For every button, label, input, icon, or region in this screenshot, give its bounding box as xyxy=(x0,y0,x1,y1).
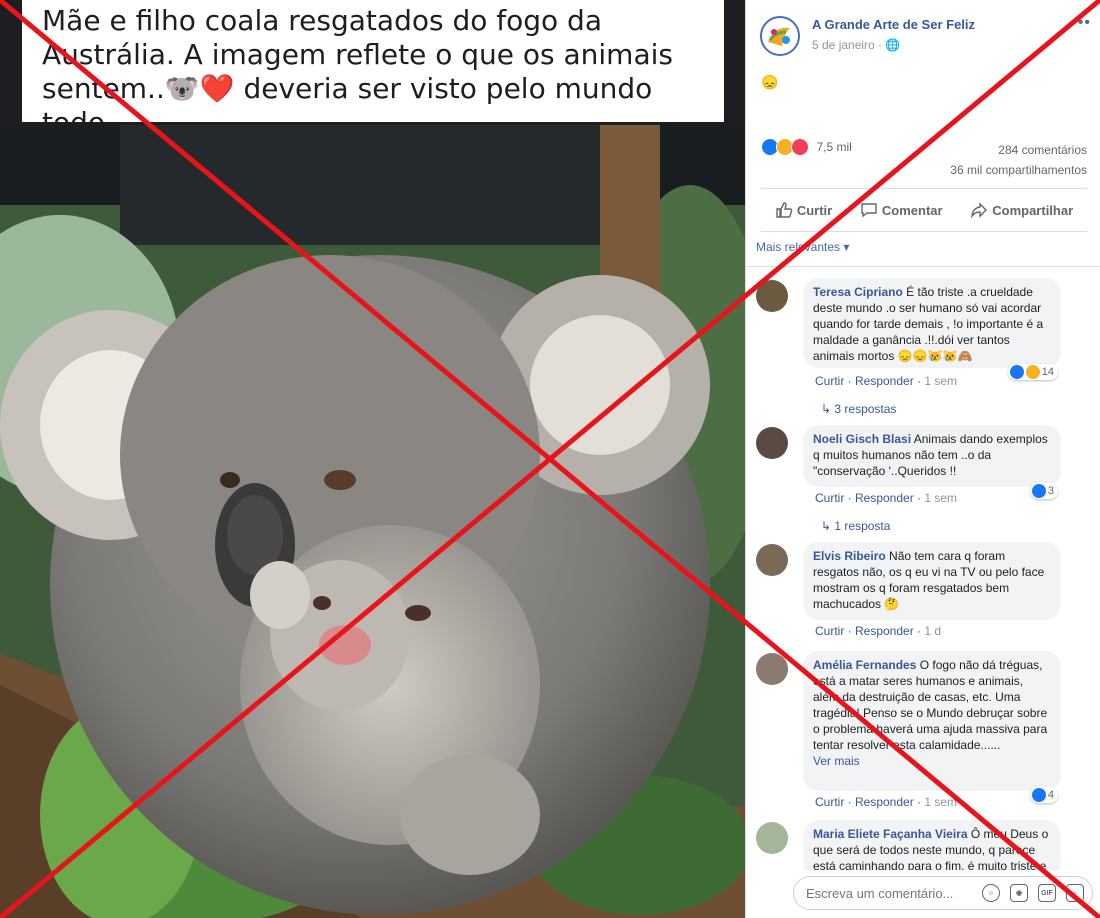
comment-reactions-badge[interactable]: 3 xyxy=(1029,483,1058,499)
comment-item: Teresa Cipriano É tão triste .a crueldad… xyxy=(756,278,1076,418)
comments-count-link[interactable]: 284 comentários xyxy=(950,140,1087,160)
sad-reaction-icon xyxy=(1025,365,1040,379)
comment-actions[interactable]: Curtir · Responder · xyxy=(815,374,924,388)
post-sidebar: A Grande Arte de Ser Feliz 5 de janeiro … xyxy=(745,0,1100,918)
comment-reaction-count: 4 xyxy=(1047,789,1054,801)
post-media-area: Mãe e filho coala resgatados do fogo da … xyxy=(0,0,745,918)
comment-actions[interactable]: Curtir · Responder · xyxy=(815,491,924,505)
like-label: Curtir xyxy=(796,202,833,218)
composer-tools: ☺ ◉ GIF ▫ xyxy=(982,884,1084,902)
emoji-icon[interactable]: ☺ xyxy=(982,884,1000,902)
shares-count-link[interactable]: 36 mil compartilhamentos xyxy=(950,160,1087,180)
avatar[interactable] xyxy=(756,280,788,312)
see-more-link[interactable]: Ver mais xyxy=(813,753,1051,769)
love-reaction-icon xyxy=(791,138,809,156)
comment-time[interactable]: 1 sem xyxy=(924,374,957,388)
comment-reactions-badge[interactable]: 4 xyxy=(1029,787,1058,803)
comment-meta: Curtir · Responder · 1 sem xyxy=(815,374,957,388)
avatar[interactable] xyxy=(756,544,788,576)
comment-actions[interactable]: Curtir · Responder · xyxy=(815,795,924,809)
comment-text: O fogo não dá tréguas, está a matar sere… xyxy=(813,658,1048,752)
comment-author[interactable]: Elvis Ribeiro xyxy=(813,549,886,563)
comment-time[interactable]: 1 d xyxy=(924,624,941,638)
post-actions-bar: Curtir Comentar Compartilhar xyxy=(761,188,1087,232)
comment-item: Noeli Gisch Blasi Animais dando exemplos… xyxy=(756,425,1076,535)
avatar[interactable] xyxy=(756,822,788,854)
like-reaction-icon xyxy=(1009,365,1024,379)
koala-photo[interactable] xyxy=(0,125,745,918)
comment-reaction-count: 3 xyxy=(1047,485,1054,497)
page-name-link[interactable]: A Grande Arte de Ser Feliz xyxy=(812,17,975,32)
thumbs-up-icon xyxy=(776,202,793,218)
post-stats: 284 comentários 36 mil compartilhamentos xyxy=(950,140,1087,180)
view-replies-link[interactable]: ↳ 3 respostas xyxy=(821,402,896,416)
comment-input[interactable] xyxy=(804,885,968,902)
comment-button[interactable]: Comentar xyxy=(860,201,943,219)
comment-item: Maria Eliete Façanha Vieira Ô meu Deus o… xyxy=(756,820,1076,870)
comment-label: Comentar xyxy=(881,202,943,218)
comment-author[interactable]: Teresa Cipriano xyxy=(813,285,903,299)
comment-actions[interactable]: Curtir · Responder · xyxy=(815,624,924,638)
comment-meta: Curtir · Responder · 1 d xyxy=(815,624,941,638)
comment-time[interactable]: 1 sem xyxy=(924,795,957,809)
post-header: A Grande Arte de Ser Feliz 5 de janeiro … xyxy=(760,14,1100,64)
comment-time[interactable]: 1 sem xyxy=(924,491,957,505)
divider xyxy=(746,266,1100,267)
koala-illustration xyxy=(0,125,745,918)
like-reaction-icon xyxy=(1031,788,1046,802)
comment-meta: Curtir · Responder · 1 sem xyxy=(815,795,957,809)
comment-reactions-badge[interactable]: 14 xyxy=(1007,364,1058,380)
post-date[interactable]: 5 de janeiro · 🌐 xyxy=(812,38,900,52)
reactions-count: 7,5 mil xyxy=(816,140,852,154)
page-logo-icon xyxy=(763,19,797,53)
comment-item: Elvis Ribeiro Não tem cara q foram resga… xyxy=(756,542,1076,642)
share-button[interactable]: Compartilhar xyxy=(970,201,1073,219)
post-body-emoji: 😞 xyxy=(761,74,779,90)
like-button[interactable]: Curtir xyxy=(775,201,832,219)
comment-bubble: Maria Eliete Façanha Vieira Ô meu Deus o… xyxy=(803,820,1061,870)
camera-icon[interactable]: ◉ xyxy=(1010,884,1028,902)
comment-author[interactable]: Noeli Gisch Blasi xyxy=(813,432,911,446)
page-avatar[interactable] xyxy=(760,16,800,56)
comment-author[interactable]: Maria Eliete Façanha Vieira xyxy=(813,827,968,841)
avatar[interactable] xyxy=(756,653,788,685)
post-caption: Mãe e filho coala resgatados do fogo da … xyxy=(42,4,673,139)
comment-reaction-count: 14 xyxy=(1041,366,1054,378)
comment-bubble: Noeli Gisch Blasi Animais dando exemplos… xyxy=(803,425,1061,487)
comment-composer[interactable]: ☺ ◉ GIF ▫ xyxy=(793,876,1093,910)
like-reaction-icon xyxy=(1031,484,1046,498)
comment-bubble-icon xyxy=(861,203,877,218)
comment-meta: Curtir · Responder · 1 sem xyxy=(815,491,957,505)
more-options-icon[interactable]: ••• xyxy=(1071,14,1091,32)
share-label: Compartilhar xyxy=(992,202,1074,218)
comment-bubble: Elvis Ribeiro Não tem cara q foram resga… xyxy=(803,542,1061,620)
reactions-summary[interactable]: 7,5 mil xyxy=(761,138,852,158)
comment-bubble: Teresa Cipriano É tão triste .a crueldad… xyxy=(803,278,1061,368)
share-arrow-icon xyxy=(971,202,988,219)
avatar[interactable] xyxy=(756,427,788,459)
post-caption-box: Mãe e filho coala resgatados do fogo da … xyxy=(22,0,724,139)
view-replies-link[interactable]: ↳ 1 resposta xyxy=(821,519,890,533)
comment-sort-dropdown[interactable]: Mais relevantes ▾ xyxy=(756,240,849,254)
sticker-icon[interactable]: ▫ xyxy=(1066,884,1084,902)
comment-item: Amélia Fernandes O fogo não dá tréguas, … xyxy=(756,651,1076,811)
gif-icon[interactable]: GIF xyxy=(1038,884,1056,902)
comment-author[interactable]: Amélia Fernandes xyxy=(813,658,916,672)
comment-bubble: Amélia Fernandes O fogo não dá tréguas, … xyxy=(803,651,1061,791)
